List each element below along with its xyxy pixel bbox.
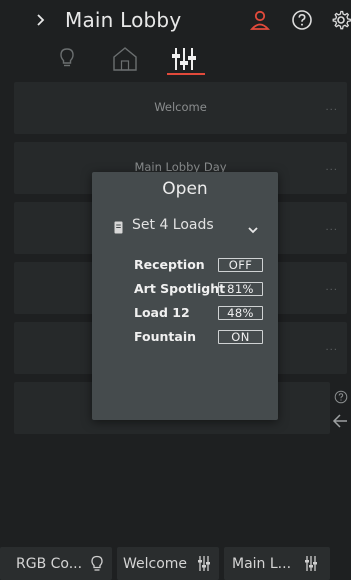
sliders-icon: [304, 555, 318, 572]
load-name: Load 12: [134, 305, 190, 320]
active-tab-indicator: [167, 73, 205, 75]
load-name: Art Spotlight: [134, 281, 226, 296]
arrow-left-icon[interactable]: [332, 413, 349, 429]
lightbulb-icon: [90, 555, 104, 572]
help-icon[interactable]: [334, 389, 348, 404]
chevron-down-icon[interactable]: [247, 220, 259, 234]
load-value[interactable]: ON: [218, 330, 263, 344]
expand-chevron-icon[interactable]: [33, 11, 49, 29]
favorite-label: Main L...: [232, 556, 292, 572]
more-options-icon[interactable]: ...: [325, 102, 338, 113]
load-value[interactable]: 48%: [218, 306, 263, 320]
load-row: Load 12 48%: [134, 305, 264, 321]
load-set-select[interactable]: Set 4 Loads: [114, 216, 264, 238]
more-options-icon[interactable]: ...: [325, 162, 338, 173]
more-options-icon[interactable]: ...: [325, 282, 338, 293]
favorite-item[interactable]: RGB Co...: [0, 547, 112, 580]
favorite-item[interactable]: Welcome: [117, 547, 219, 580]
sliders-icon: [197, 555, 211, 572]
favorite-label: RGB Co...: [16, 556, 83, 572]
select-value: Set 4 Loads: [132, 217, 214, 233]
tab-sliders-icon[interactable]: [168, 43, 198, 73]
gear-icon[interactable]: [330, 9, 351, 31]
load-row: Reception OFF: [134, 257, 264, 273]
bottom-favorites-bar: RGB Co... Welcome Main L...: [0, 545, 351, 580]
tab-bar: [0, 40, 351, 78]
help-icon[interactable]: [291, 9, 313, 31]
popup-title: Open: [162, 179, 208, 199]
load-row: Fountain ON: [134, 329, 264, 345]
scene-label: Welcome: [154, 100, 207, 114]
load-row: Art Spotlight 81%: [134, 281, 264, 297]
scene-details-popup: Open Set 4 Loads Reception OFF Art Spotl…: [92, 172, 278, 420]
load-value[interactable]: OFF: [218, 258, 263, 272]
page-title: Main Lobby: [65, 8, 182, 32]
header-bar: Main Lobby: [0, 0, 351, 40]
tab-lighting-bulb-icon[interactable]: [52, 43, 82, 73]
tab-home-icon[interactable]: [110, 43, 140, 73]
scene-item[interactable]: Welcome ...: [14, 82, 347, 134]
user-alert-icon[interactable]: [249, 9, 271, 31]
more-options-icon[interactable]: ...: [325, 222, 338, 233]
favorite-label: Welcome: [123, 556, 188, 572]
load-name: Fountain: [134, 329, 197, 344]
more-options-icon[interactable]: ...: [325, 342, 338, 353]
favorite-item[interactable]: Main L...: [224, 547, 330, 580]
load-name: Reception: [134, 257, 205, 272]
file-icon: [114, 219, 123, 234]
load-value[interactable]: 81%: [218, 282, 263, 296]
